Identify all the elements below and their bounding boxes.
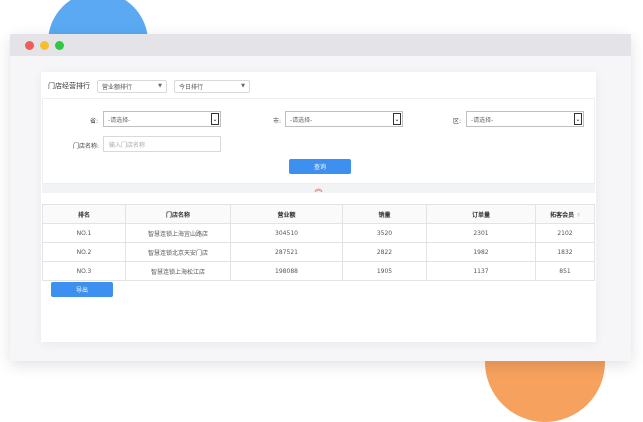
double-chevron-up-icon: ︽ xyxy=(314,184,323,193)
help-icon[interactable]: ? xyxy=(577,213,580,219)
table-cell: 198088 xyxy=(230,261,343,281)
close-window-icon[interactable] xyxy=(25,41,34,50)
chevron-down-icon: ⌄ xyxy=(574,113,582,125)
export-button-label: 导出 xyxy=(75,287,88,294)
district-select-value: -请选择- xyxy=(471,116,494,124)
district-select[interactable]: -请选择- ⌄ xyxy=(466,111,584,127)
period-select[interactable]: 今日排行 ▼ xyxy=(174,79,250,93)
search-button[interactable]: 查询 xyxy=(289,159,351,174)
table-cell: 287521 xyxy=(230,242,343,262)
city-select-value: -请选择- xyxy=(290,116,313,124)
table-cell: 1982 xyxy=(426,242,536,262)
table-cell: 1905 xyxy=(342,261,427,281)
period-select-value: 今日排行 xyxy=(179,83,204,91)
store-name-input[interactable]: 输入门店名称 xyxy=(103,136,221,152)
store-name-label: 门店名称: xyxy=(73,143,100,150)
caret-down-icon: ▼ xyxy=(241,83,245,89)
table-cell: NO.3 xyxy=(42,261,126,281)
table-header-row: 排名 门店名称 营业额 销量 订单量 拓客会员? xyxy=(42,204,595,224)
column-header-orders-label: 订单量 xyxy=(471,211,490,219)
table-row: NO.1 智慧连锁上海宜山路店 304510 3520 2301 2102 xyxy=(42,223,595,243)
chevron-down-icon: ⌄ xyxy=(393,113,401,125)
store-name-placeholder: 输入门店名称 xyxy=(109,141,146,149)
store-ranking-panel: 门店经营排行 营业额排行 ▼ 今日排行 ▼ 省: -请选择- ⌄ 市: -请选择… xyxy=(41,72,596,342)
column-header-rank: 排名 xyxy=(42,204,126,224)
column-header-store-name: 门店名称 xyxy=(125,204,231,224)
table-cell: 智慧连锁上海松江店 xyxy=(125,261,231,281)
metric-select-value: 营业额排行 xyxy=(102,83,133,91)
minimize-window-icon[interactable] xyxy=(40,41,49,50)
chevron-down-icon: ⌄ xyxy=(211,113,219,125)
table-cell: 2301 xyxy=(426,223,536,243)
province-label: 省: xyxy=(90,118,99,125)
caret-down-icon: ▼ xyxy=(158,83,162,89)
province-select[interactable]: -请选择- ⌄ xyxy=(103,111,221,127)
district-label: 区: xyxy=(453,118,462,125)
export-button[interactable]: 导出 xyxy=(51,282,113,297)
column-header-sales: 销量 xyxy=(342,204,427,224)
column-header-revenue: 营业额 xyxy=(230,204,343,224)
table-cell: 智慧连锁上海宜山路店 xyxy=(125,223,231,243)
table-cell: 智慧连锁北京天安门店 xyxy=(125,242,231,262)
browser-window: 门店经营排行 营业额排行 ▼ 今日排行 ▼ 省: -请选择- ⌄ 市: -请选择… xyxy=(10,34,631,361)
table-row: NO.2 智慧连锁北京天安门店 287521 2822 1982 1832 xyxy=(42,242,595,262)
column-header-orders: 订单量 xyxy=(426,204,536,224)
search-button-label: 查询 xyxy=(313,164,326,171)
table-cell: 1832 xyxy=(535,242,595,262)
store-ranking-table: 排名 门店名称 营业额 销量 订单量 拓客会员? NO.1 智慧连锁上海宜山路店… xyxy=(42,204,595,281)
city-select[interactable]: -请选择- ⌄ xyxy=(285,111,403,127)
table-cell: 304510 xyxy=(230,223,343,243)
table-cell: 2102 xyxy=(535,223,595,243)
collapse-filter-toggle[interactable]: ︽ xyxy=(42,184,595,193)
metric-select[interactable]: 营业额排行 ▼ xyxy=(97,79,167,93)
table-cell: 1137 xyxy=(426,261,536,281)
table-cell: 851 xyxy=(535,261,595,281)
column-header-members-label: 拓客会员 xyxy=(550,211,575,219)
maximize-window-icon[interactable] xyxy=(55,41,64,50)
province-select-value: -请选择- xyxy=(108,116,131,124)
city-label: 市: xyxy=(273,118,282,125)
filter-area: 省: -请选择- ⌄ 市: -请选择- ⌄ 区: -请选择- ⌄ 门店名称: 输… xyxy=(42,98,595,184)
ranking-toolbar: 门店经营排行 营业额排行 ▼ 今日排行 ▼ xyxy=(48,77,250,95)
page-title: 门店经营排行 xyxy=(48,82,90,90)
table-row: NO.3 智慧连锁上海松江店 198088 1905 1137 851 xyxy=(42,261,595,281)
table-cell: 3520 xyxy=(342,223,427,243)
table-cell: NO.2 xyxy=(42,242,126,262)
window-titlebar xyxy=(10,34,631,56)
column-header-members: 拓客会员? xyxy=(535,204,595,224)
decorative-orange-shape xyxy=(485,352,605,422)
table-cell: NO.1 xyxy=(42,223,126,243)
table-cell: 2822 xyxy=(342,242,427,262)
